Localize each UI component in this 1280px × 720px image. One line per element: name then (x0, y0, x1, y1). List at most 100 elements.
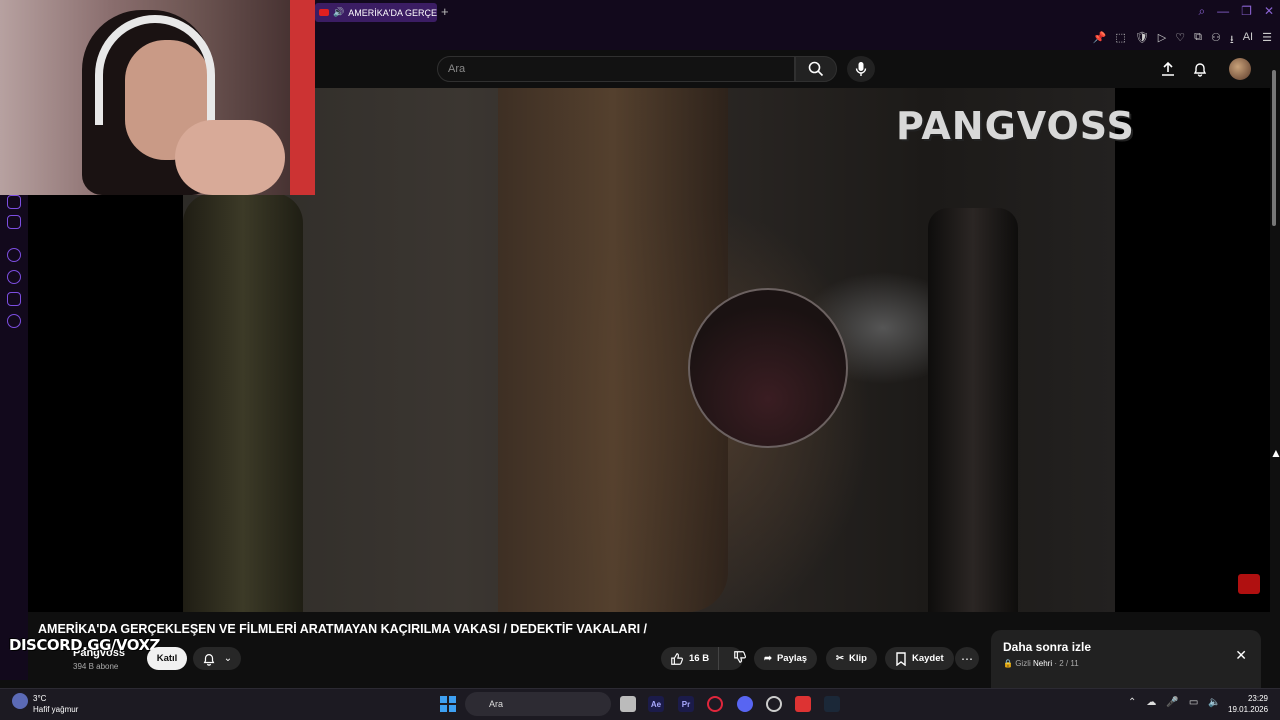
profile-icon[interactable]: ⚇ (1211, 31, 1221, 50)
volume-icon[interactable]: 🔈 (1208, 697, 1220, 708)
history-icon[interactable] (7, 270, 21, 284)
app-icon[interactable] (766, 696, 782, 712)
playlist-position: 2 / 11 (1059, 659, 1079, 668)
weather-widget[interactable]: 3°C Hafif yağmur (33, 693, 78, 715)
after-effects-icon[interactable]: Ae (648, 696, 664, 712)
scissors-icon: ✂ (836, 653, 844, 664)
video-title: AMERİKA'DA GERÇEKLEŞEN VE FİLMLERİ ARATM… (38, 622, 648, 636)
pin-icon[interactable]: 📌 (1093, 31, 1107, 50)
page-scrollbar[interactable] (1272, 70, 1276, 226)
snapshot-icon[interactable]: ⬚ (1115, 31, 1125, 50)
taskbar-search[interactable]: Ara (465, 692, 611, 716)
settings-icon[interactable] (7, 314, 21, 328)
instagram-icon[interactable] (7, 195, 21, 209)
extensions-icon[interactable]: ⧉ (1194, 31, 1202, 50)
toolbar-icons: 📌 ⬚ 🛡 ▷ ♡ ⧉ ⚇ ⭳ AI ☰ (1093, 31, 1272, 50)
voice-search-button[interactable] (847, 56, 875, 82)
like-button[interactable]: 16 B (661, 647, 720, 670)
dislike-button[interactable] (724, 650, 756, 667)
premiere-icon[interactable]: Pr (678, 696, 694, 712)
taskbar-clock[interactable]: 23:29 19.01.2026 (1228, 693, 1268, 715)
search-button[interactable] (795, 56, 837, 82)
download-icon[interactable]: ⭳ (1230, 31, 1234, 50)
shield-icon[interactable]: 🛡 (1135, 31, 1149, 50)
time: 23:29 (1247, 694, 1268, 703)
browser-sidebar (0, 195, 28, 680)
mouse-cursor-icon: ▲ (1270, 446, 1280, 460)
like-count: 16 B (689, 653, 710, 664)
taskbar (0, 688, 1280, 720)
playlist-meta: 🔒 Gizli Nehri · 2 / 11 (1003, 659, 1079, 668)
privacy-label: Gizli (1015, 659, 1031, 668)
speaker-icon: 🔊 (333, 7, 345, 17)
restore-icon[interactable]: ❐ (1241, 4, 1252, 19)
video-scene-bottle (183, 193, 303, 612)
like-dislike-group: 16 B (661, 647, 747, 670)
close-window-icon[interactable]: ✕ (1264, 4, 1274, 19)
date: 19.01.2026 (1228, 705, 1269, 714)
subscription-bell-button[interactable]: ⌄ (193, 647, 241, 670)
save-label: Kaydet (912, 653, 944, 664)
youtube-favicon-icon (319, 9, 329, 16)
heart-icon[interactable]: ♡ (1175, 31, 1185, 50)
system-tray: ⌃ ☁ 🎤 ▭ 🔈 (1128, 697, 1221, 708)
extensions-sidebar-icon[interactable] (7, 292, 21, 306)
file-explorer-icon[interactable] (620, 696, 636, 712)
weather-condition: Hafif yağmur (33, 705, 79, 714)
new-tab-button[interactable]: + (441, 4, 449, 19)
chevron-down-icon: ⌄ (223, 653, 233, 664)
bookmark-icon (896, 651, 906, 666)
ai-icon[interactable]: AI (1243, 31, 1253, 50)
opera-gx-icon[interactable] (707, 696, 723, 712)
video-scene-bottle-right (928, 208, 1018, 612)
start-button[interactable] (440, 696, 456, 712)
webcam-background-red (290, 0, 315, 195)
lock-icon: 🔒 (1003, 659, 1013, 668)
play-icon[interactable]: ▷ (1158, 31, 1166, 50)
microphone-icon (855, 62, 867, 76)
subscriber-count: 394 B abone (73, 662, 119, 671)
steam-icon[interactable] (824, 696, 840, 712)
webcam-person-hand (175, 120, 285, 195)
temperature: 3°C (33, 694, 47, 703)
share-label: Paylaş (776, 653, 808, 664)
discord-icon[interactable] (7, 215, 21, 229)
save-button[interactable]: Kaydet (885, 647, 954, 670)
search-input[interactable]: Ara (437, 56, 795, 82)
onedrive-icon[interactable]: ☁ (1146, 697, 1156, 708)
minimize-icon[interactable]: — (1217, 4, 1229, 19)
menu-icon[interactable]: ☰ (1262, 31, 1272, 50)
clip-button[interactable]: ✂ Klip (826, 647, 877, 670)
thumbs-up-icon (671, 652, 683, 665)
video-scene-glass (688, 288, 848, 448)
display-icon[interactable]: ▭ (1189, 697, 1198, 708)
search-icon (808, 61, 824, 77)
thumbs-down-icon (734, 651, 747, 663)
mic-tray-icon[interactable]: 🎤 (1166, 697, 1178, 708)
clip-label: Klip (848, 653, 867, 664)
notifications-icon[interactable] (1192, 61, 1208, 77)
webcam-overlay (0, 0, 315, 195)
bell-icon (203, 653, 215, 666)
watch-later-panel: Daha sonra izle 🔒 Gizli Nehri · 2 / 11 ✕ (991, 630, 1261, 690)
browser-tab-active[interactable]: 🔊 AMERİKA'DA GERÇEK… (315, 3, 437, 22)
discord-overlay-text: DISCORD.GG/VOXZ (9, 636, 160, 654)
discord-taskbar-icon[interactable] (737, 696, 753, 712)
share-icon: ➦ (764, 653, 772, 664)
upload-icon[interactable] (1160, 61, 1176, 77)
window-controls: ⌕ — ❐ ✕ (1198, 4, 1274, 19)
share-button[interactable]: ➦ Paylaş (754, 647, 818, 670)
player-icon[interactable] (7, 248, 21, 262)
headset-icon (95, 15, 215, 125)
weather-icon[interactable] (12, 693, 28, 709)
screen: 🔊 AMERİKA'DA GERÇEK… + ⌕ — ❐ ✕ 📌 ⬚ 🛡 ▷ ♡… (0, 0, 1280, 720)
tab-title: AMERİKA'DA GERÇEK… (348, 7, 437, 18)
chevron-up-icon[interactable]: ⌃ (1128, 697, 1136, 708)
avatar[interactable] (1229, 58, 1251, 80)
search-tabs-icon[interactable]: ⌕ (1198, 4, 1205, 19)
video-watermark: PANGVOSS (896, 104, 1135, 148)
more-actions-button[interactable]: ⋯ (955, 647, 979, 670)
video-app-icon[interactable] (795, 696, 811, 712)
join-button[interactable]: Katıl (147, 647, 187, 670)
close-icon[interactable]: ✕ (1235, 647, 1247, 664)
